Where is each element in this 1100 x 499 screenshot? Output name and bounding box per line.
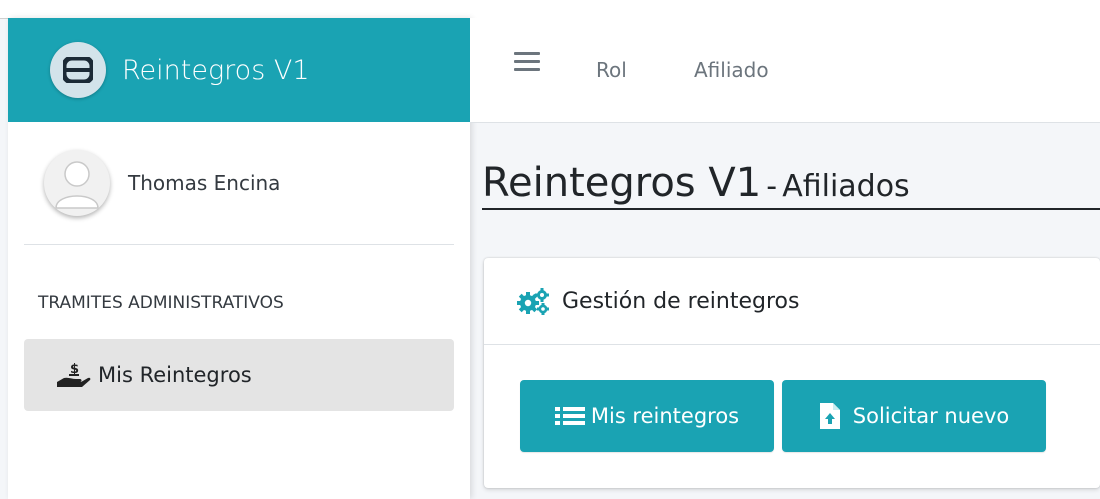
- brand-link[interactable]: Reintegros V1: [8, 18, 470, 122]
- solicitar-nuevo-button[interactable]: Solicitar nuevo: [782, 380, 1046, 452]
- user-avatar: [44, 150, 110, 216]
- list-icon: [554, 407, 585, 425]
- main-sidebar: Reintegros V1 Thomas Encina TRAMITES ADM…: [8, 18, 470, 499]
- mis-reintegros-button[interactable]: Mis reintegros: [520, 380, 774, 452]
- solicitar-nuevo-button-label: Solicitar nuevo: [852, 404, 1010, 428]
- brand-title: Reintegros V1: [122, 54, 310, 86]
- card-title: Gestión de reintegros: [562, 288, 800, 314]
- brand-logo: [50, 42, 106, 98]
- nav-link-rol[interactable]: Rol: [596, 58, 627, 82]
- card-header: Gestión de reintegros: [484, 258, 1100, 345]
- reintegros-card: Gestión de reintegros Mis reintegros Sol…: [484, 258, 1100, 488]
- nav-link-afiliado[interactable]: Afiliado: [694, 58, 769, 82]
- page-title-main: Reintegros V1: [482, 160, 762, 206]
- user-panel[interactable]: Thomas Encina: [24, 122, 454, 245]
- user-silhouette-icon: [55, 161, 99, 209]
- nav-section-header: TRAMITES ADMINISTRATIVOS: [38, 293, 284, 313]
- brand-logo-icon: [63, 57, 93, 83]
- hand-holding-dollar-icon: $: [57, 362, 91, 387]
- page-title: Reintegros V1 - Afiliados: [482, 160, 1100, 210]
- mis-reintegros-button-label: Mis reintegros: [590, 404, 740, 428]
- sidebar-item-mis-reintegros[interactable]: $ Mis Reintegros: [24, 339, 454, 411]
- cogs-icon: [517, 288, 549, 315]
- hamburger-icon[interactable]: [514, 52, 540, 74]
- top-navbar: Rol Afiliado: [470, 18, 1100, 123]
- browser-top-strip: [0, 0, 1100, 19]
- file-upload-icon: [819, 403, 840, 429]
- sidebar-item-label: Mis Reintegros: [98, 363, 252, 387]
- page-title-subtitle: Afiliados: [782, 169, 910, 204]
- page-title-separator: -: [766, 169, 778, 204]
- user-name[interactable]: Thomas Encina: [128, 171, 280, 195]
